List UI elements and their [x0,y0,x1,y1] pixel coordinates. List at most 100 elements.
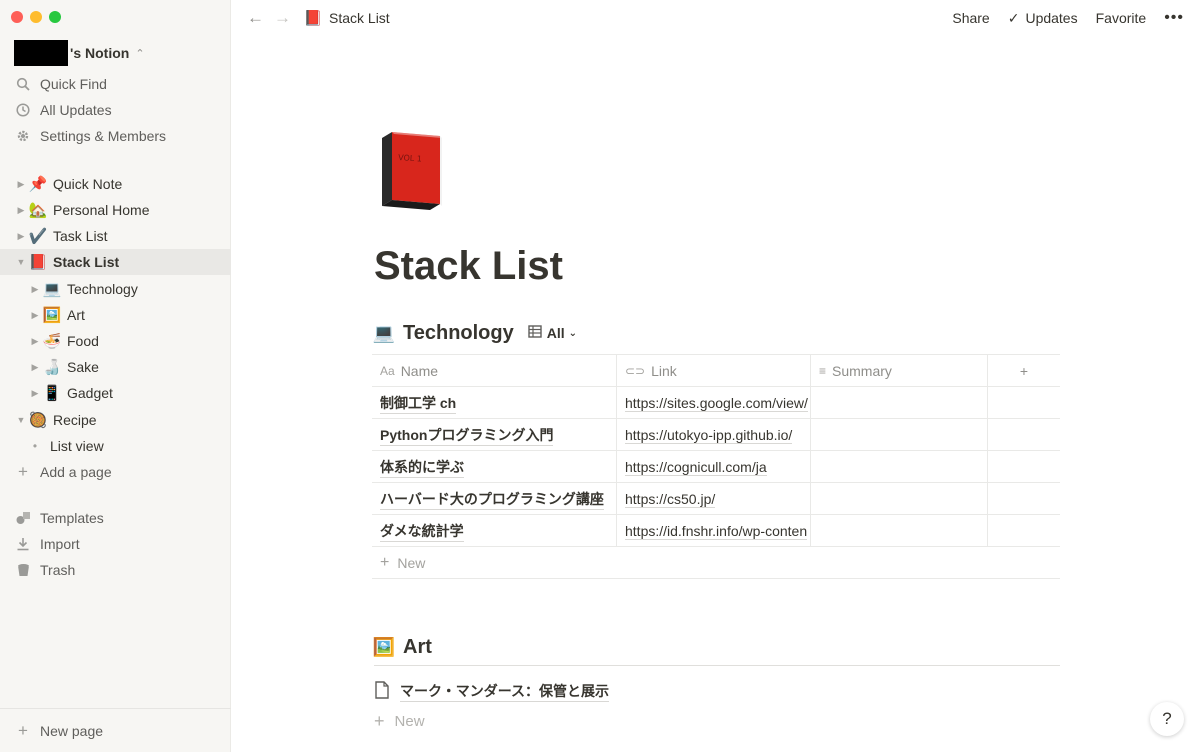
table-row[interactable]: Pythonプログラミング入門 https://utokyo-ipp.githu… [372,419,1060,451]
expand-caret-icon[interactable]: ▶ [14,205,28,216]
sidebar-settings[interactable]: Settings & Members [0,123,231,149]
expand-caret-icon[interactable]: ▶ [28,362,42,373]
name-cell[interactable]: Pythonプログラミング入門 [372,419,617,451]
checkmark-icon: ✔️ [28,228,48,245]
breadcrumb[interactable]: 📕 Stack List [303,9,390,27]
row-link[interactable]: https://cognicull.com/ja [625,459,767,476]
forward-arrow-icon[interactable]: → [274,8,291,28]
favorite-button[interactable]: Favorite [1096,10,1147,26]
noodle-bowl-icon: 🍜 [42,333,62,350]
sidebar-item-label: Sake [67,359,99,375]
help-button[interactable]: ? [1150,702,1184,736]
zoom-window-button[interactable] [49,11,61,23]
view-selector[interactable]: All ⌄ [528,325,577,341]
collapse-caret-icon[interactable]: ▼ [14,415,28,425]
column-header-summary[interactable]: ≡ Summary [811,355,988,387]
link-cell[interactable]: https://cognicull.com/ja [617,451,811,483]
name-cell[interactable]: ダメな統計学 [372,515,617,547]
row-name: 制御工学 ch [380,393,457,414]
add-page-button[interactable]: + Add a page [0,459,231,485]
expand-caret-icon[interactable]: ▶ [28,336,42,347]
sidebar: 's Notion ⌃ Quick Find All Updates Setti… [0,0,231,752]
sidebar-item-label: Technology [67,281,138,297]
sidebar-item-task-list[interactable]: ▶ ✔️ Task List [0,223,231,249]
table-row[interactable]: ダメな統計学 https://id.fnshr.info/wp-conten [372,515,1060,547]
name-cell[interactable]: 体系的に学ぶ [372,451,617,483]
back-arrow-icon[interactable]: ← [247,8,264,28]
link-cell[interactable]: https://sites.google.com/view/ [617,387,811,419]
updates-button[interactable]: ✓ Updates [1008,10,1078,27]
row-name: Pythonプログラミング入門 [380,425,554,446]
name-cell[interactable]: 制御工学 ch [372,387,617,419]
expand-caret-icon[interactable]: ▶ [28,284,42,295]
expand-caret-icon[interactable]: ▶ [28,388,42,399]
page-icon-book[interactable]: VOL 1 [374,126,450,210]
add-column-button[interactable]: + [988,355,1060,387]
sidebar-item-recipe[interactable]: ▼ 🥘 Recipe [0,407,231,433]
art-title[interactable]: Art [403,636,432,659]
workspace-switcher[interactable]: 's Notion ⌃ [14,40,145,66]
sidebar-all-updates[interactable]: All Updates [0,97,231,123]
row-link[interactable]: https://sites.google.com/view/ [625,395,808,412]
row-link[interactable]: https://id.fnshr.info/wp-conten [625,523,808,540]
share-button[interactable]: Share [952,10,989,26]
chevron-down-icon: ⌄ [568,327,578,339]
sidebar-item-sake[interactable]: ▶ 🍶 Sake [0,354,231,380]
bullet-icon: • [32,439,38,453]
row-link[interactable]: https://utokyo-ipp.github.io/ [625,427,793,444]
text-property-icon: Aa [380,364,395,378]
minimize-window-button[interactable] [30,11,42,23]
summary-cell[interactable] [811,419,988,451]
sidebar-item-technology[interactable]: ▶ 💻 Technology [0,276,231,302]
plus-icon: + [1019,363,1029,379]
art-section-header: 🖼️ Art [373,630,1060,666]
art-new-button[interactable]: + New [374,708,425,734]
sidebar-item-label: Trash [40,562,76,578]
sidebar-item-quick-note[interactable]: ▶ 📌 Quick Note [0,171,231,197]
sidebar-templates[interactable]: Templates [0,505,231,531]
expand-caret-icon[interactable]: ▶ [14,179,28,190]
sidebar-item-food[interactable]: ▶ 🍜 Food [0,328,231,354]
art-page-link[interactable]: マーク・マンダース：保管と展示 [374,678,610,704]
sidebar-item-art[interactable]: ▶ 🖼️ Art [0,302,231,328]
row-name: ダメな統計学 [380,521,464,542]
row-link[interactable]: https://cs50.jp/ [625,491,716,508]
sidebar-item-gadget[interactable]: ▶ 📱 Gadget [0,380,231,406]
more-icon[interactable]: ••• [1164,9,1184,27]
search-icon [14,77,32,91]
expand-caret-icon[interactable]: ▶ [14,231,28,242]
link-cell[interactable]: https://cs50.jp/ [617,483,811,515]
sidebar-item-stack-list[interactable]: ▼ 📕 Stack List [0,249,231,275]
page-title[interactable]: Stack List [374,244,563,289]
sidebar-import[interactable]: Import [0,531,231,557]
add-page-label: Add a page [40,464,112,480]
summary-cell[interactable] [811,451,988,483]
summary-cell[interactable] [811,515,988,547]
close-window-button[interactable] [11,11,23,23]
sidebar-quick-find[interactable]: Quick Find [0,71,231,97]
expand-caret-icon[interactable]: ▶ [28,310,42,321]
sidebar-item-label: Templates [40,510,104,526]
column-header-link[interactable]: ⊂⊃ Link [617,355,811,387]
sake-icon: 🍶 [42,359,62,376]
new-page-button[interactable]: + New page [0,708,231,752]
column-label: Link [651,363,677,379]
summary-cell[interactable] [811,483,988,515]
table-row[interactable]: ハーバード大のプログラミング講座 https://cs50.jp/ [372,483,1060,515]
sidebar-item-label: Recipe [53,412,97,428]
book-icon: 📕 [303,10,323,27]
collapse-caret-icon[interactable]: ▼ [14,257,28,267]
topbar: ← → 📕 Stack List Share ✓ Updates Favorit… [231,0,1200,36]
sidebar-item-list-view[interactable]: • List view [0,433,231,459]
sidebar-item-personal-home[interactable]: ▶ 🏡 Personal Home [0,197,231,223]
summary-cell[interactable] [811,387,988,419]
column-header-name[interactable]: Aa Name [372,355,617,387]
name-cell[interactable]: ハーバード大のプログラミング講座 [372,483,617,515]
sidebar-trash[interactable]: Trash [0,557,231,583]
table-row[interactable]: 制御工学 ch https://sites.google.com/view/ [372,387,1060,419]
new-row-button[interactable]: + New [372,547,1060,579]
table-row[interactable]: 体系的に学ぶ https://cognicull.com/ja [372,451,1060,483]
database-title[interactable]: Technology [403,322,514,345]
link-cell[interactable]: https://utokyo-ipp.github.io/ [617,419,811,451]
link-cell[interactable]: https://id.fnshr.info/wp-conten [617,515,811,547]
